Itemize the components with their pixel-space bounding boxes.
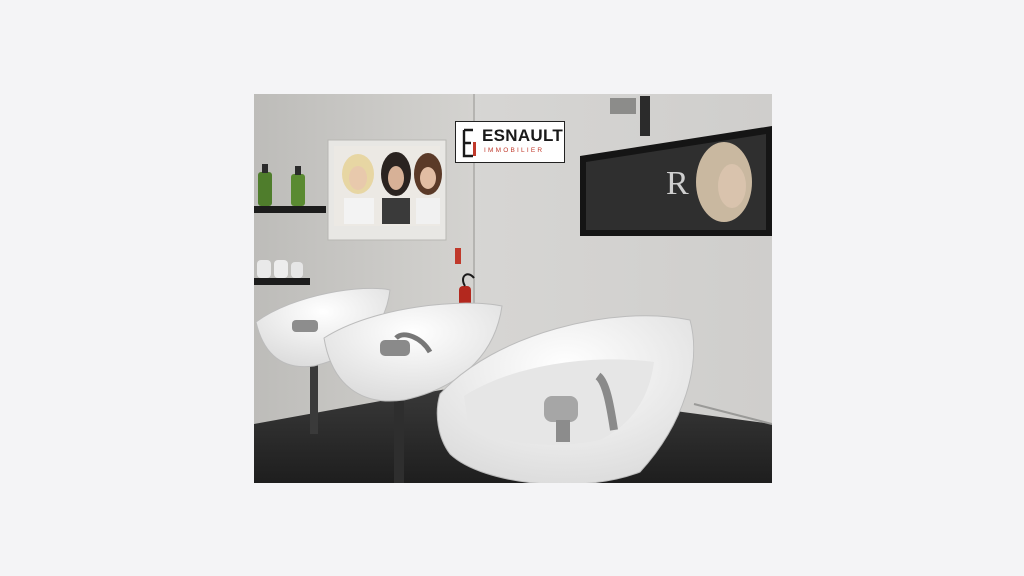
logo-subtitle: IMMOBILIER (484, 147, 545, 154)
agency-logo: ESNAULT IMMOBILIER (455, 121, 565, 163)
logo-name: ESNAULT (482, 126, 564, 145)
ei-monogram-icon (462, 128, 476, 158)
poster-models (327, 139, 447, 241)
svg-text:R: R (666, 165, 689, 202)
shelf-lower (254, 260, 310, 285)
listing-photo: R ESNAULT IMMOBILIER (254, 94, 772, 483)
